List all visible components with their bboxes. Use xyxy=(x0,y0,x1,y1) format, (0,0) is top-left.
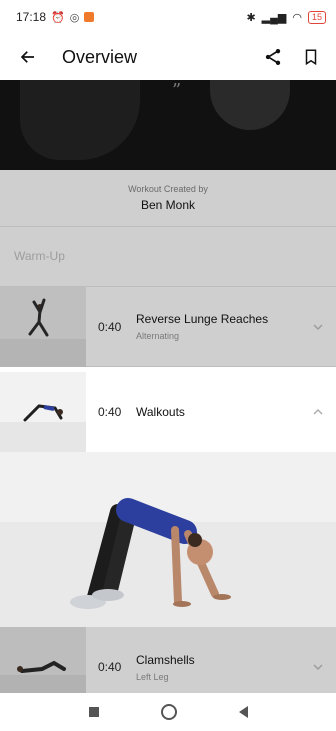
chevron-down-icon xyxy=(313,664,323,670)
walkout-figure-icon xyxy=(70,498,231,609)
exercise-text: Clamshells Left Leg xyxy=(136,653,306,682)
exercise-duration: 0:40 xyxy=(98,405,122,419)
chevron-down-icon xyxy=(313,324,323,330)
share-button[interactable] xyxy=(260,44,286,70)
exercise-text: Reverse Lunge Reaches Alternating xyxy=(136,312,306,341)
app-bar: Overview xyxy=(0,34,336,80)
status-left: 17:18 ⏰ ◎ xyxy=(16,10,95,24)
creator-label: Workout Created by xyxy=(128,184,208,194)
system-nav-bar xyxy=(0,693,336,731)
exercise-text: Walkouts xyxy=(136,405,306,419)
wifi-icon: ◠ xyxy=(292,11,302,24)
exercise-name: Walkouts xyxy=(136,405,185,419)
page-title: Overview xyxy=(62,46,138,67)
system-back-button[interactable] xyxy=(238,706,248,718)
exercise-row-expanded[interactable]: 0:40 Walkouts xyxy=(0,372,336,452)
home-button[interactable] xyxy=(160,704,177,720)
status-time: 17:18 xyxy=(16,10,47,24)
exercise-duration: 0:40 xyxy=(98,660,122,674)
hero-arm xyxy=(210,80,290,130)
notification-icon xyxy=(84,12,95,22)
exercise-name: Reverse Lunge Reaches xyxy=(136,312,269,326)
hero-image: ” xyxy=(0,80,336,170)
exercise-duration: 0:40 xyxy=(98,319,122,334)
status-bar: 17:18 ⏰ ◎ ✱ ▂▄▆ ◠ 15 xyxy=(0,0,336,34)
status-right: ✱ ▂▄▆ ◠ 15 xyxy=(246,10,326,24)
exercise-row[interactable]: 0:40 Clamshells Left Leg xyxy=(0,627,336,693)
creator-block: Workout Created by Ben Monk xyxy=(0,170,336,227)
collapse-button[interactable] xyxy=(306,400,330,424)
bookmark-button[interactable] xyxy=(298,44,324,70)
exercise-subtitle: Alternating xyxy=(136,331,180,341)
section-warm-up: Warm-Up xyxy=(0,227,336,287)
exercise-thumbnail xyxy=(0,372,86,452)
quote-mark: ” xyxy=(172,80,182,101)
share-icon xyxy=(265,49,281,65)
creator-name: Ben Monk xyxy=(140,198,196,212)
back-button[interactable] xyxy=(16,45,40,69)
exercise-thumbnail xyxy=(0,627,86,693)
back-arrow-icon xyxy=(20,51,34,63)
exercise-preview-image xyxy=(0,452,336,627)
exercise-thumbnail xyxy=(0,286,86,367)
signal-icon: ▂▄▆ xyxy=(261,11,287,24)
bluetooth-icon: ✱ xyxy=(246,11,256,24)
chevron-up-icon xyxy=(313,409,323,415)
exercise-name: Clamshells xyxy=(136,652,195,667)
expand-button[interactable] xyxy=(306,655,330,679)
expand-button[interactable] xyxy=(306,315,330,339)
lunge-figure-icon xyxy=(0,286,86,367)
walkout-figure-icon xyxy=(0,372,86,452)
whatsapp-icon: ◎ xyxy=(69,11,80,24)
alarm-icon: ⏰ xyxy=(51,11,65,24)
bookmark-icon xyxy=(305,49,317,66)
battery-icon: 15 xyxy=(307,10,326,24)
clamshell-figure-icon xyxy=(0,627,86,693)
exercise-subtitle: Left Leg xyxy=(136,671,169,682)
recent-apps-button[interactable] xyxy=(88,707,99,717)
exercise-row[interactable]: 0:40 Reverse Lunge Reaches Alternating xyxy=(0,286,336,367)
hero-figure xyxy=(20,80,140,160)
overview-content[interactable]: ” Workout Created by Ben Monk Warm-Up 0:… xyxy=(0,80,336,693)
